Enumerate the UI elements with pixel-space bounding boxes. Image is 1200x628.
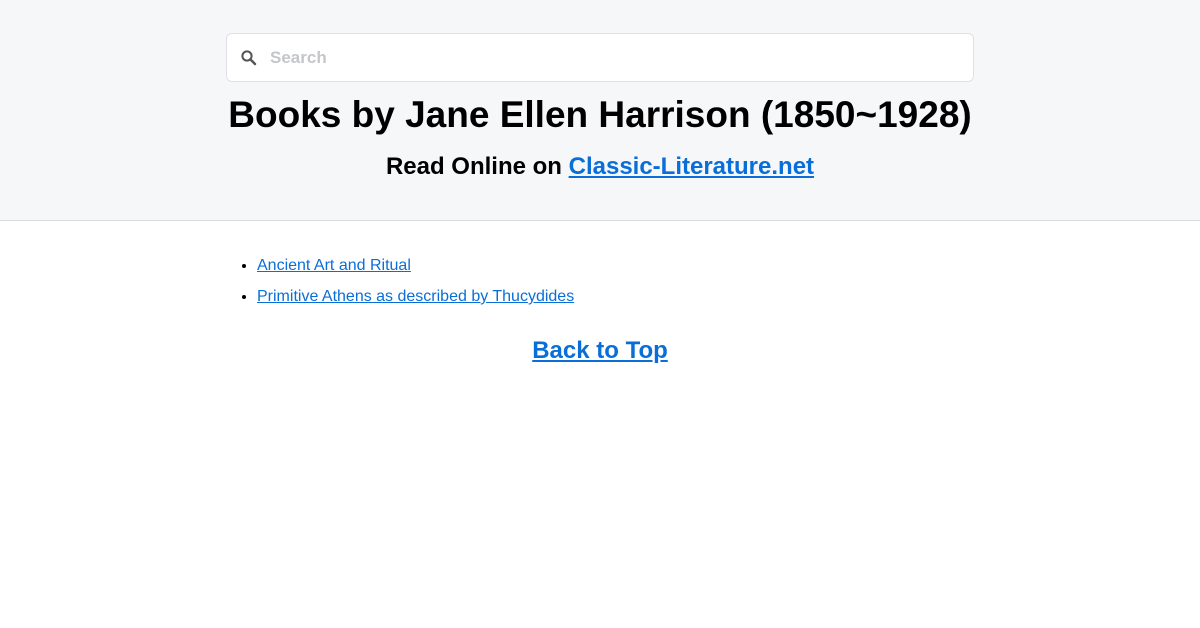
list-item: Primitive Athens as described by Thucydi… xyxy=(257,285,574,308)
list-item: Ancient Art and Ritual xyxy=(257,254,574,277)
subtitle: Read Online on Classic-Literature.net xyxy=(0,151,1200,183)
book-list: Ancient Art and Ritual Primitive Athens … xyxy=(257,254,574,316)
book-link-ancient-art-and-ritual[interactable]: Ancient Art and Ritual xyxy=(257,257,411,274)
page-title: Books by Jane Ellen Harrison (1850~1928) xyxy=(228,94,972,135)
page-header: Books by Jane Ellen Harrison (1850~1928)… xyxy=(0,0,1200,221)
back-to-top: Back to Top xyxy=(0,335,1200,367)
search-input[interactable] xyxy=(270,34,960,81)
search-icon[interactable] xyxy=(240,49,258,67)
back-to-top-link[interactable]: Back to Top xyxy=(532,337,668,364)
site-link[interactable]: Classic-Literature.net xyxy=(569,153,814,180)
search-bar[interactable] xyxy=(226,33,974,82)
subtitle-prefix: Read Online on xyxy=(385,153,569,180)
book-link-primitive-athens[interactable]: Primitive Athens as described by Thucydi… xyxy=(257,288,574,305)
